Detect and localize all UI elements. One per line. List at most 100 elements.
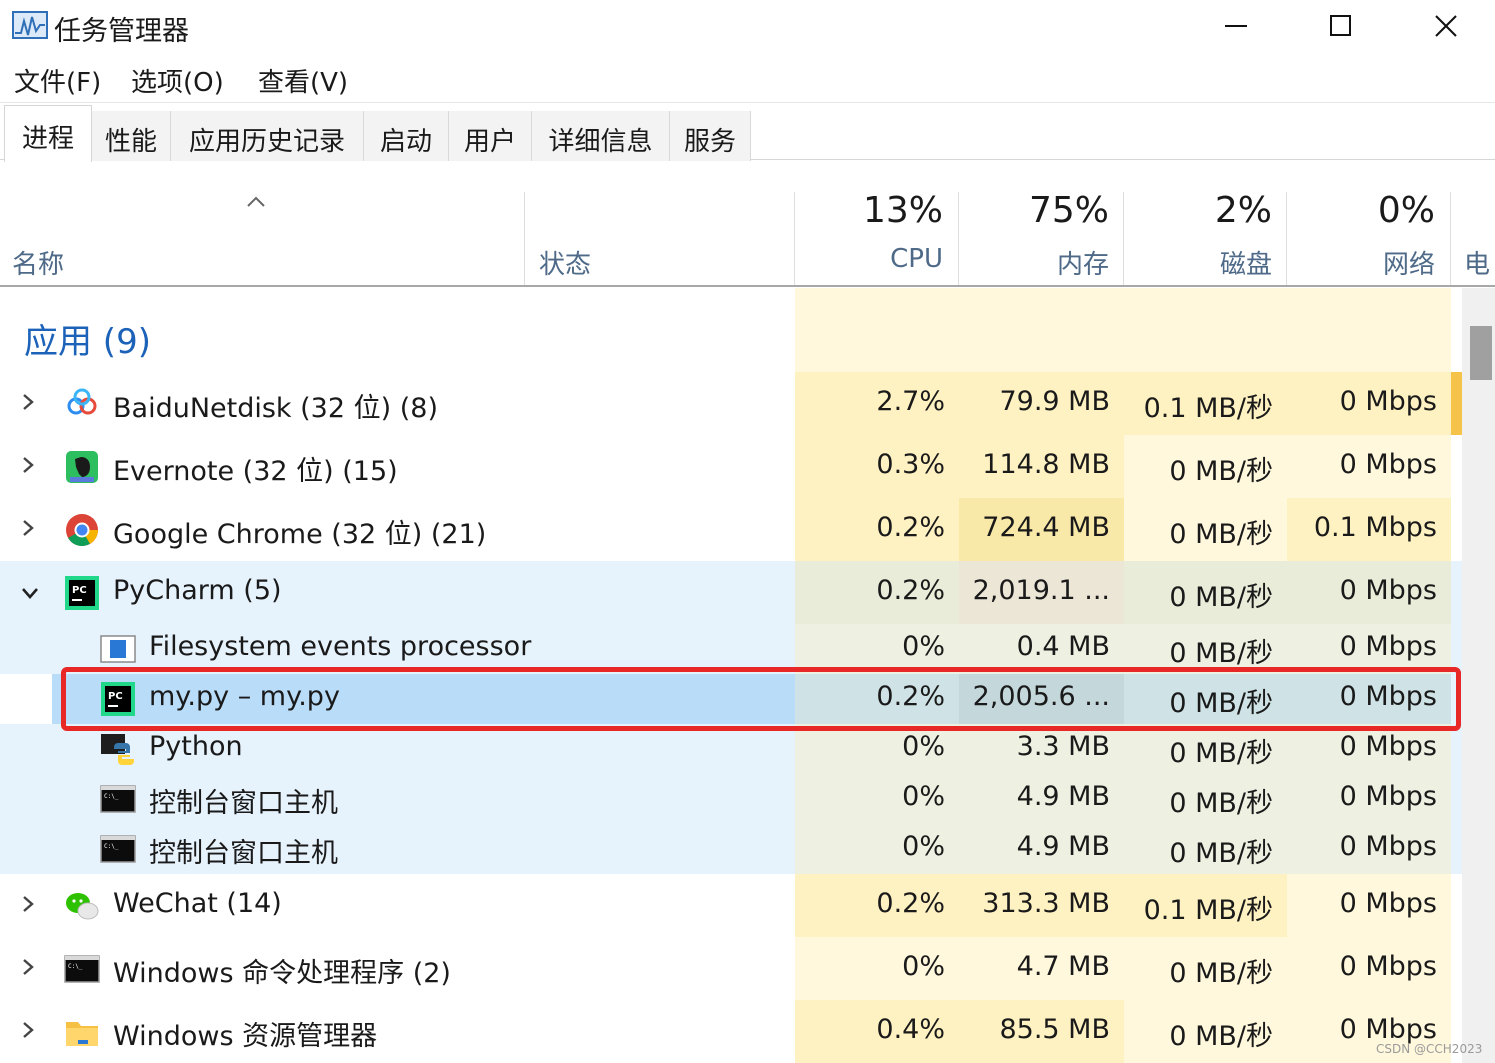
memory-cell: 0.4 MB: [959, 624, 1124, 674]
process-row[interactable]: Windows 资源管理器 0.4% 85.5 MB 0 MB/秒 0 Mbps: [0, 1000, 1462, 1063]
memory-cell: 85.5 MB: [959, 1000, 1124, 1063]
disk-cell: 0 MB/秒: [1124, 824, 1287, 874]
cpu-cell: 2.7%: [795, 372, 959, 435]
tab-details[interactable]: 详细信息: [532, 111, 670, 161]
tab-users[interactable]: 用户: [449, 111, 532, 161]
task-manager-icon: [12, 11, 48, 39]
process-name: 控制台窗口主机: [149, 838, 338, 869]
console-icon: C:\_: [100, 781, 136, 817]
console-icon: C:\_: [64, 951, 100, 987]
disk-total-percent: 2%: [1214, 190, 1272, 231]
chrome-icon: [64, 512, 100, 548]
tab-performance[interactable]: 性能: [92, 111, 171, 161]
minimize-button[interactable]: [1184, 0, 1289, 54]
memory-cell: 114.8 MB: [959, 435, 1124, 498]
process-row[interactable]: C:\_ Windows 命令处理程序 (2) 0% 4.7 MB 0 MB/秒 0 Mb…: [0, 937, 1462, 1000]
process-row[interactable]: WeChat (14) 0.2% 313.3 MB 0.1 MB/秒 0 Mbps: [0, 874, 1462, 937]
disk-cell: 0 MB/秒: [1124, 561, 1287, 624]
close-button[interactable]: [1394, 0, 1495, 54]
menu-options[interactable]: 选项(O): [131, 62, 224, 99]
group-header-apps[interactable]: 应用 (9): [0, 288, 1462, 372]
pycharm-icon: PC: [64, 575, 100, 611]
network-cell: 0 Mbps: [1287, 435, 1451, 498]
disk-cell: 0 MB/秒: [1124, 624, 1287, 674]
group-disk-cell: [1124, 288, 1287, 372]
tab-app-history[interactable]: 应用历史记录: [171, 111, 364, 161]
group-cpu-cell: [795, 288, 959, 372]
subprocess-row[interactable]: Filesystem events processor 0% 0.4 MB 0 MB/…: [0, 624, 1462, 674]
chevron-right-icon[interactable]: [20, 518, 36, 542]
process-row[interactable]: BaiduNetdisk (32 位) (8) 2.7% 79.9 MB 0.1 MB…: [0, 372, 1462, 435]
pycharm-icon: PC: [100, 681, 136, 717]
chevron-right-icon[interactable]: [20, 1020, 36, 1044]
cpu-cell: 0.2%: [795, 874, 959, 937]
power-cell: [1451, 724, 1462, 774]
memory-cell: 2,005.6 ...: [959, 674, 1124, 724]
network-cell: 0 Mbps: [1287, 372, 1451, 435]
evernote-icon: [64, 449, 100, 485]
disk-cell: 0 MB/秒: [1124, 1000, 1287, 1063]
cpu-cell: 0%: [795, 774, 959, 824]
tab-processes[interactable]: 进程: [4, 105, 92, 162]
menu-bar: 文件(F) 选项(O) 查看(V): [0, 58, 1495, 100]
svg-text:PC: PC: [108, 691, 123, 702]
cpu-cell: 0%: [795, 724, 959, 774]
sort-ascending-icon: [247, 196, 265, 207]
column-cpu-label: CPU: [890, 244, 943, 274]
subprocess-row[interactable]: C:\_ 控制台窗口主机 0% 4.9 MB 0 MB/秒 0 Mbps: [0, 774, 1462, 824]
group-title: 应用 (9): [24, 322, 151, 362]
tab-services[interactable]: 服务: [670, 111, 751, 161]
app-window-icon: [100, 631, 136, 667]
chevron-down-icon[interactable]: [20, 585, 40, 605]
network-cell: 0 Mbps: [1287, 674, 1451, 724]
process-row[interactable]: PC PyCharm (5) 0.2% 2,019.1 ... 0 MB/秒 0 Mbps: [0, 561, 1462, 624]
header-divider: [0, 285, 1495, 287]
memory-cell: 2,019.1 ...: [959, 561, 1124, 624]
chevron-right-icon[interactable]: [20, 392, 36, 416]
process-name: WeChat (14): [113, 887, 282, 919]
tab-startup[interactable]: 启动: [364, 111, 449, 161]
vertical-scrollbar[interactable]: [1462, 288, 1495, 1063]
power-cell: [1451, 674, 1462, 724]
power-cell: [1451, 435, 1462, 498]
column-network-label: 网络: [1382, 250, 1435, 280]
subprocess-row[interactable]: PC my.py – my.py 0.2% 2,005.6 ... 0 MB/秒 0 Mb…: [0, 674, 1462, 724]
process-name: BaiduNetdisk (32 位) (8): [113, 392, 438, 424]
memory-cell: 724.4 MB: [959, 498, 1124, 561]
minimize-icon: [1225, 25, 1247, 27]
scrollbar-thumb[interactable]: [1470, 326, 1492, 380]
memory-cell: 3.3 MB: [959, 724, 1124, 774]
svg-text:C:\_: C:\_: [104, 843, 119, 850]
power-cell: [1451, 874, 1462, 937]
cpu-cell: 0.4%: [795, 1000, 959, 1063]
maximize-button[interactable]: [1289, 0, 1394, 54]
tab-bar: 进程 性能 应用历史记录 启动 用户 详细信息 服务: [0, 102, 1495, 162]
network-cell: 0 Mbps: [1287, 937, 1451, 1000]
subprocess-row[interactable]: Python 0% 3.3 MB 0 MB/秒 0 Mbps: [0, 724, 1462, 774]
maximize-icon: [1330, 15, 1351, 36]
network-cell: 0 Mbps: [1287, 824, 1451, 874]
disk-cell: 0 MB/秒: [1124, 674, 1287, 724]
power-cell: [1451, 372, 1462, 435]
memory-cell: 4.7 MB: [959, 937, 1124, 1000]
watermark: CSDN @CCH2023: [1376, 1042, 1483, 1056]
menu-file[interactable]: 文件(F): [14, 62, 101, 99]
network-total-percent: 0%: [1377, 190, 1435, 231]
chevron-right-icon[interactable]: [20, 894, 36, 918]
process-row[interactable]: Evernote (32 位) (15) 0.3% 114.8 MB 0 MB/秒 0 …: [0, 435, 1462, 498]
menu-view[interactable]: 查看(V): [258, 62, 348, 99]
chevron-right-icon[interactable]: [20, 455, 36, 479]
wechat-icon: [64, 888, 100, 924]
memory-cell: 313.3 MB: [959, 874, 1124, 937]
power-cell: [1451, 624, 1462, 674]
disk-cell: 0 MB/秒: [1124, 435, 1287, 498]
svg-text:C:\_: C:\_: [68, 963, 83, 970]
memory-cell: 79.9 MB: [959, 372, 1124, 435]
power-cell: [1451, 498, 1462, 561]
subprocess-row[interactable]: C:\_ 控制台窗口主机 0% 4.9 MB 0 MB/秒 0 Mbps: [0, 824, 1462, 874]
disk-cell: 0 MB/秒: [1124, 937, 1287, 1000]
process-row[interactable]: Google Chrome (32 位) (21) 0.2% 724.4 MB 0 M…: [0, 498, 1462, 561]
column-disk-label: 磁盘: [1219, 250, 1272, 280]
chevron-right-icon[interactable]: [20, 957, 36, 981]
cpu-total-percent: 13%: [862, 190, 943, 231]
